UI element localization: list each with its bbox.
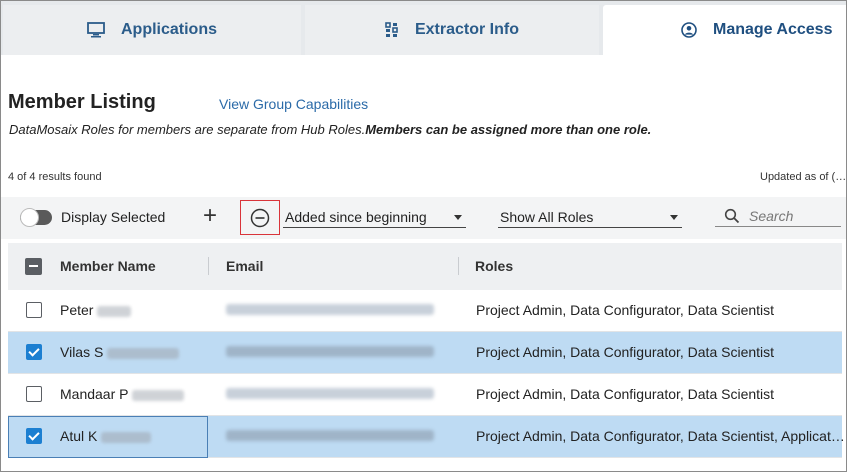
plus-icon[interactable]: + <box>199 203 221 229</box>
search-input[interactable]: Search <box>715 205 841 227</box>
column-header-name[interactable]: Member Name <box>60 258 156 274</box>
tab-applications-label: Applications <box>120 21 217 38</box>
column-header-roles[interactable]: Roles <box>475 258 513 274</box>
member-name-cell: Peter <box>60 302 132 318</box>
page-title: Member Listing <box>8 91 156 113</box>
redacted-email <box>226 304 434 315</box>
member-name: Peter <box>60 302 94 318</box>
row-checkbox[interactable] <box>26 428 42 444</box>
chevron-down-icon <box>454 215 462 220</box>
member-name: Vilas S <box>60 344 104 360</box>
remove-member-button[interactable] <box>240 200 280 235</box>
roles-cell: Project Admin, Data Configurator, Data S… <box>476 302 775 318</box>
roles-filter-value: Show All Roles <box>500 209 594 225</box>
row-checkbox[interactable] <box>26 344 42 360</box>
results-count: 4 of 4 results found <box>8 171 102 183</box>
column-header-email[interactable]: Email <box>226 258 263 274</box>
date-filter-value: Added since beginning <box>285 209 427 225</box>
search-placeholder: Search <box>749 208 794 224</box>
column-divider[interactable] <box>458 257 459 275</box>
row-checkbox[interactable] <box>26 302 42 318</box>
roles-cell: Project Admin, Data Configurator, Data S… <box>476 344 775 360</box>
display-selected-label: Display Selected <box>61 209 166 225</box>
extractor-icon <box>385 22 399 38</box>
member-name: Atul K <box>60 428 98 444</box>
tab-bar: Applications Extractor Info Manage Acces… <box>1 1 846 55</box>
column-divider[interactable] <box>208 257 209 275</box>
email-cell <box>226 302 434 318</box>
redacted-email <box>226 388 434 399</box>
roles-filter-select[interactable]: Show All Roles <box>498 206 682 228</box>
user-circle-icon <box>681 22 697 38</box>
tab-extractor-info-label: Extractor Info <box>414 21 519 38</box>
select-all-checkbox[interactable] <box>25 258 42 275</box>
chevron-down-icon <box>670 215 678 220</box>
redacted-surname <box>101 431 152 443</box>
view-group-capabilities-link[interactable]: View Group Capabilities <box>219 96 368 112</box>
redacted-surname <box>107 347 180 359</box>
roles-note-italic: DataMosaix Roles for members are separat… <box>9 122 366 137</box>
email-cell <box>226 344 434 360</box>
roles-note-bold: Members can be assigned more than one ro… <box>365 122 652 137</box>
table-row[interactable]: Vilas S Project Admin, Data Configurator… <box>8 332 842 374</box>
member-name: Mandaar P <box>60 386 129 402</box>
tab-manage-access[interactable]: Manage Access <box>603 5 846 55</box>
roles-cell: Project Admin, Data Configurator, Data S… <box>476 386 775 402</box>
member-name-cell: Mandaar P <box>60 386 185 402</box>
tab-manage-access-label: Manage Access <box>713 21 833 38</box>
table-row[interactable]: Peter Project Admin, Data Configurator, … <box>8 290 842 332</box>
app-frame: Applications Extractor Info Manage Acces… <box>0 0 847 472</box>
search-icon <box>724 208 740 224</box>
redacted-email <box>226 430 434 441</box>
updated-timestamp: Updated as of (… <box>760 171 847 183</box>
toggle-knob <box>20 208 39 227</box>
row-checkbox[interactable] <box>26 386 42 402</box>
redacted-surname <box>132 389 185 401</box>
member-name-cell: Vilas S <box>60 344 180 360</box>
table-header: Member Name Email Roles <box>8 243 842 290</box>
table-row[interactable]: Mandaar P Project Admin, Data Configurat… <box>8 374 842 416</box>
redacted-email <box>226 346 434 357</box>
roles-cell: Project Admin, Data Configurator, Data S… <box>476 428 845 444</box>
email-cell <box>226 428 434 444</box>
roles-note: DataMosaix Roles for members are separat… <box>9 122 651 137</box>
member-name-cell: Atul K <box>60 428 152 444</box>
redacted-surname <box>97 305 132 317</box>
display-selected-toggle[interactable] <box>20 208 52 227</box>
monitor-icon <box>87 22 105 38</box>
date-filter-select[interactable]: Added since beginning <box>283 206 466 228</box>
tab-applications[interactable]: Applications <box>3 5 301 55</box>
email-cell <box>226 386 434 402</box>
minus-circle-icon <box>250 208 270 227</box>
tab-extractor-info[interactable]: Extractor Info <box>305 5 599 55</box>
table-row[interactable]: Atul K Project Admin, Data Configurator,… <box>8 416 845 458</box>
